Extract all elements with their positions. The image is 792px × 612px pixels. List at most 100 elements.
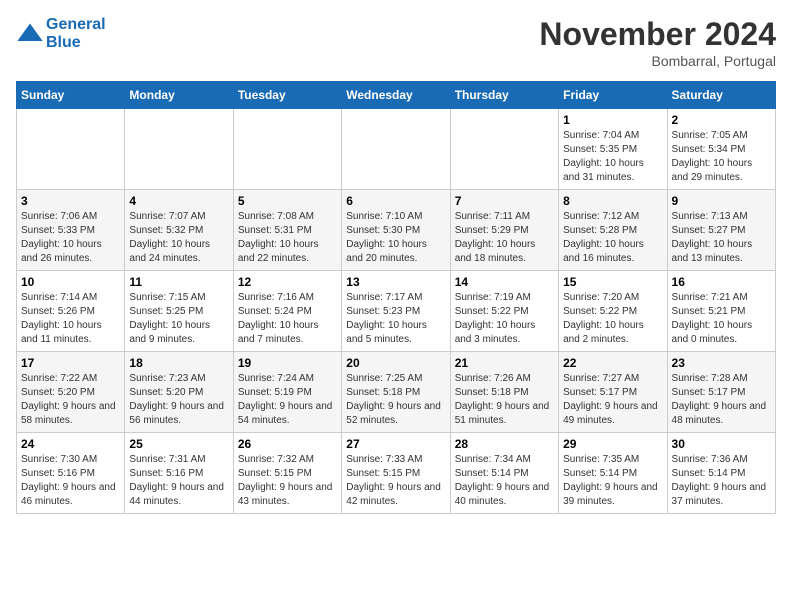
day-info-line: Daylight: 10 hours and 22 minutes. (238, 238, 337, 266)
calendar-cell: 13Sunrise: 7:17 AMSunset: 5:23 PMDayligh… (342, 271, 450, 352)
day-info-line: Sunset: 5:30 PM (346, 224, 445, 238)
calendar-week-2: 3Sunrise: 7:06 AMSunset: 5:33 PMDaylight… (17, 190, 776, 271)
day-info-line: Sunset: 5:14 PM (672, 467, 771, 481)
weekday-header-monday: Monday (125, 82, 233, 109)
day-info-line: Daylight: 10 hours and 16 minutes. (563, 238, 662, 266)
day-info-line: Sunset: 5:16 PM (129, 467, 228, 481)
day-info-line: Daylight: 10 hours and 9 minutes. (129, 319, 228, 347)
calendar-cell: 4Sunrise: 7:07 AMSunset: 5:32 PMDaylight… (125, 190, 233, 271)
day-info-line: Sunrise: 7:06 AM (21, 210, 120, 224)
day-number: 7 (455, 194, 554, 208)
day-info-line: Daylight: 9 hours and 37 minutes. (672, 481, 771, 509)
day-number: 12 (238, 275, 337, 289)
day-info-line: Daylight: 9 hours and 51 minutes. (455, 400, 554, 428)
day-number: 26 (238, 437, 337, 451)
day-number: 17 (21, 356, 120, 370)
day-number: 10 (21, 275, 120, 289)
day-info-line: Sunrise: 7:07 AM (129, 210, 228, 224)
day-info-line: Daylight: 10 hours and 2 minutes. (563, 319, 662, 347)
calendar-cell (17, 109, 125, 190)
day-info-line: Sunset: 5:29 PM (455, 224, 554, 238)
day-info-line: Sunset: 5:15 PM (346, 467, 445, 481)
day-number: 18 (129, 356, 228, 370)
calendar-cell: 18Sunrise: 7:23 AMSunset: 5:20 PMDayligh… (125, 352, 233, 433)
calendar-cell: 22Sunrise: 7:27 AMSunset: 5:17 PMDayligh… (559, 352, 667, 433)
day-info-line: Sunrise: 7:36 AM (672, 453, 771, 467)
logo-icon (16, 20, 44, 48)
day-info-line: Sunset: 5:22 PM (455, 305, 554, 319)
day-info-line: Sunrise: 7:10 AM (346, 210, 445, 224)
calendar-cell: 3Sunrise: 7:06 AMSunset: 5:33 PMDaylight… (17, 190, 125, 271)
weekday-header-saturday: Saturday (667, 82, 775, 109)
day-info-line: Daylight: 10 hours and 18 minutes. (455, 238, 554, 266)
calendar-week-4: 17Sunrise: 7:22 AMSunset: 5:20 PMDayligh… (17, 352, 776, 433)
calendar-cell: 14Sunrise: 7:19 AMSunset: 5:22 PMDayligh… (450, 271, 558, 352)
calendar-week-3: 10 Sunrise: 7:14 AMSunset: 5:26 PM Dayligh… (17, 271, 776, 352)
day-info-line: Sunrise: 7:13 AM (672, 210, 771, 224)
calendar-cell: 6Sunrise: 7:10 AMSunset: 5:30 PMDaylight… (342, 190, 450, 271)
day-info-line: Daylight: 10 hours and 29 minutes. (672, 157, 771, 185)
day-info-line: Sunrise: 7:16 AM (238, 291, 337, 305)
calendar-week-5: 24Sunrise: 7:30 AMSunset: 5:16 PMDayligh… (17, 433, 776, 514)
day-info-line: Daylight: 9 hours and 56 minutes. (129, 400, 228, 428)
calendar-week-1: 1Sunrise: 7:04 AMSunset: 5:35 PMDaylight… (17, 109, 776, 190)
calendar-cell: 11Sunrise: 7:15 AMSunset: 5:25 PMDayligh… (125, 271, 233, 352)
day-number: 1 (563, 113, 662, 127)
day-info-line: Daylight: 10 hours and 20 minutes. (346, 238, 445, 266)
day-info-line: Daylight: 9 hours and 58 minutes. (21, 400, 120, 428)
page-header: General Blue November 2024 Bombarral, Po… (16, 16, 776, 69)
day-info-line: Sunset: 5:23 PM (346, 305, 445, 319)
day-info-line: Daylight: 10 hours and 0 minutes. (672, 319, 771, 347)
day-info-line: Sunset: 5:32 PM (129, 224, 228, 238)
day-info-line: Sunrise: 7:26 AM (455, 372, 554, 386)
calendar-cell: 28Sunrise: 7:34 AMSunset: 5:14 PMDayligh… (450, 433, 558, 514)
day-number: 25 (129, 437, 228, 451)
calendar-cell: 24Sunrise: 7:30 AMSunset: 5:16 PMDayligh… (17, 433, 125, 514)
day-info-line: Daylight: 10 hours and 5 minutes. (346, 319, 445, 347)
day-info-line: Sunset: 5:14 PM (563, 467, 662, 481)
day-info-line: Sunrise: 7:32 AM (238, 453, 337, 467)
day-info-line: Sunrise: 7:28 AM (672, 372, 771, 386)
month-title: November 2024 (539, 16, 776, 53)
day-info-line: Sunrise: 7:33 AM (346, 453, 445, 467)
day-info-line: Sunset: 5:17 PM (563, 386, 662, 400)
day-number: 27 (346, 437, 445, 451)
day-info-line: Sunset: 5:19 PM (238, 386, 337, 400)
day-info-line: Sunset: 5:20 PM (129, 386, 228, 400)
weekday-header-thursday: Thursday (450, 82, 558, 109)
day-info-line: Sunrise: 7:27 AM (563, 372, 662, 386)
calendar-cell: 12 Sunrise: 7:16 AMSunset: 5:24 PMDayligh… (233, 271, 341, 352)
day-info-line: Sunset: 5:27 PM (672, 224, 771, 238)
day-info-line: Sunset: 5:31 PM (238, 224, 337, 238)
logo: General Blue (16, 16, 106, 51)
day-info-line: Daylight: 10 hours and 26 minutes. (21, 238, 120, 266)
day-info-line: Sunrise: 7:19 AM (455, 291, 554, 305)
day-info-line: Sunrise: 7:12 AM (563, 210, 662, 224)
day-info-line: Sunrise: 7:14 AM (21, 291, 120, 305)
day-number: 16 (672, 275, 771, 289)
calendar-cell (450, 109, 558, 190)
day-info-line: Sunset: 5:26 PM (21, 305, 120, 319)
calendar-cell: 19Sunrise: 7:24 AMSunset: 5:19 PMDayligh… (233, 352, 341, 433)
day-info-line: Daylight: 10 hours and 24 minutes. (129, 238, 228, 266)
day-number: 14 (455, 275, 554, 289)
day-number: 30 (672, 437, 771, 451)
day-info-line: Daylight: 10 hours and 7 minutes. (238, 319, 337, 347)
day-info-line: Sunset: 5:16 PM (21, 467, 120, 481)
day-info-line: Sunset: 5:24 PM (238, 305, 337, 319)
day-info-line: Daylight: 10 hours and 13 minutes. (672, 238, 771, 266)
day-info-line: Sunrise: 7:34 AM (455, 453, 554, 467)
day-number: 8 (563, 194, 662, 208)
day-number: 19 (238, 356, 337, 370)
calendar-body: 1Sunrise: 7:04 AMSunset: 5:35 PMDaylight… (17, 109, 776, 514)
calendar-cell: 17Sunrise: 7:22 AMSunset: 5:20 PMDayligh… (17, 352, 125, 433)
calendar-cell: 8 Sunrise: 7:12 AMSunset: 5:28 PMDaylight… (559, 190, 667, 271)
day-info-line: Sunrise: 7:17 AM (346, 291, 445, 305)
day-info-line: Sunset: 5:28 PM (563, 224, 662, 238)
calendar-cell: 5Sunrise: 7:08 AMSunset: 5:31 PMDaylight… (233, 190, 341, 271)
title-block: November 2024 Bombarral, Portugal (539, 16, 776, 69)
day-info-line: Sunrise: 7:22 AM (21, 372, 120, 386)
day-info-line: Daylight: 9 hours and 39 minutes. (563, 481, 662, 509)
calendar-cell: 29Sunrise: 7:35 AMSunset: 5:14 PMDayligh… (559, 433, 667, 514)
day-number: 5 (238, 194, 337, 208)
